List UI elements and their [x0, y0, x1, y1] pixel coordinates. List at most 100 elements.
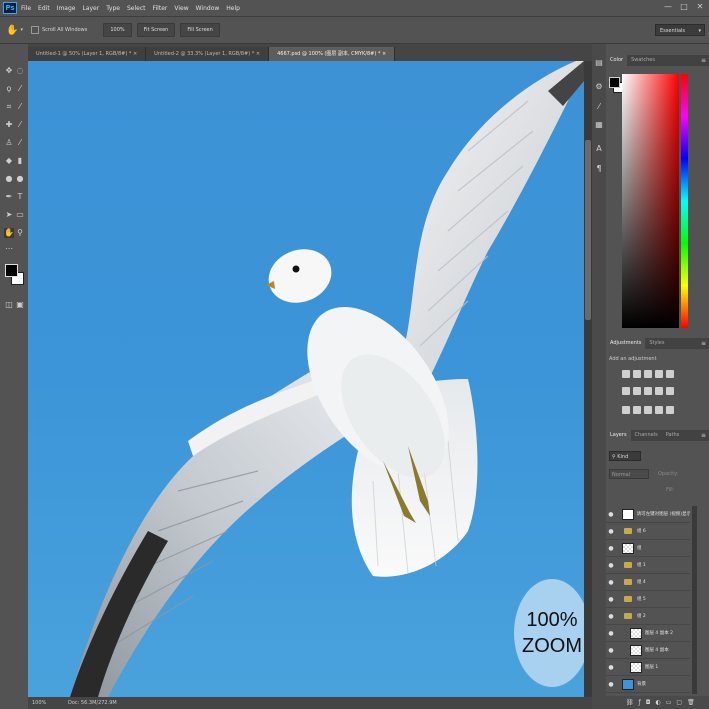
more-tools-icon[interactable]: ⋯ — [4, 244, 14, 254]
eyedropper-tool-icon[interactable]: ⁄ — [15, 102, 25, 112]
close-icon[interactable]: × — [133, 51, 137, 57]
close-window-button[interactable]: ✕ — [695, 2, 705, 12]
quick-select-tool-icon[interactable]: ⁄ — [15, 84, 25, 94]
layers-scrollbar[interactable] — [692, 506, 697, 694]
chevron-down-icon[interactable]: ▾ — [20, 27, 23, 33]
layer-row[interactable]: ● 组 5 — [606, 591, 690, 608]
scrollbar-thumb[interactable] — [585, 140, 591, 320]
clone-source-panel-icon[interactable]: ▦ — [594, 120, 604, 130]
menu-type[interactable]: Type — [106, 5, 120, 12]
minimize-button[interactable]: — — [663, 2, 673, 12]
tab-untitled-2[interactable]: Untitled-2 @ 33.3% (Layer 1, RGB/8#) * × — [146, 47, 270, 61]
lasso-tool-icon[interactable]: ϙ — [4, 84, 14, 94]
menu-help[interactable]: Help — [226, 5, 240, 12]
mask-icon[interactable]: ◘ — [646, 699, 651, 706]
layer-row[interactable]: ● 组 6 — [606, 523, 690, 540]
eye-icon[interactable]: ● — [606, 562, 616, 569]
tab-swatches[interactable]: Swatches — [627, 55, 659, 66]
trash-icon[interactable]: 🗑 — [687, 699, 695, 706]
properties-panel-icon[interactable]: ⚙ — [594, 82, 604, 92]
menu-select[interactable]: Select — [127, 5, 146, 12]
type-tool-icon[interactable]: T — [15, 192, 25, 202]
brightness-contrast-icon[interactable] — [622, 370, 630, 378]
curves-icon[interactable] — [644, 370, 652, 378]
crop-tool-icon[interactable]: ⌗ — [4, 102, 14, 112]
menu-edit[interactable]: Edit — [38, 5, 50, 12]
layer-row[interactable]: ● 图层 4 副本 — [606, 642, 690, 659]
menu-image[interactable]: Image — [57, 5, 76, 12]
link-icon[interactable]: ⛓ — [626, 699, 634, 706]
menu-layer[interactable]: Layer — [82, 5, 99, 12]
eye-icon[interactable]: ● — [606, 545, 616, 552]
panel-menu-icon[interactable]: ≡ — [701, 55, 706, 66]
panel-menu-icon[interactable]: ≡ — [701, 430, 706, 441]
new-layer-icon[interactable]: ▢ — [676, 699, 682, 706]
status-zoom[interactable]: 100% — [32, 700, 60, 706]
channel-mixer-icon[interactable] — [666, 387, 674, 395]
eye-icon[interactable]: ● — [606, 664, 616, 671]
layer-row[interactable]: ● 组 — [606, 540, 690, 557]
fill-screen-button[interactable]: Fill Screen — [180, 23, 220, 37]
eye-icon[interactable]: ● — [606, 647, 616, 654]
eye-icon[interactable]: ● — [606, 596, 616, 603]
eraser-tool-icon[interactable]: ◆ — [4, 156, 14, 166]
tab-untitled-1[interactable]: Untitled-1 @ 50% (Layer 1, RGB/8#) * × — [28, 47, 147, 61]
brush-panel-icon[interactable]: ⁄ — [594, 102, 604, 112]
layer-row[interactable]: ● 背景 — [606, 676, 690, 693]
panel-foreground-swatch[interactable] — [609, 77, 620, 88]
color-balance-icon[interactable] — [633, 387, 641, 395]
tab-styles[interactable]: Styles — [645, 338, 668, 349]
layer-row[interactable]: ● 组 1 — [606, 557, 690, 574]
photo-filter-icon[interactable] — [655, 387, 663, 395]
blur-tool-icon[interactable]: ● — [4, 174, 14, 184]
threshold-icon[interactable] — [644, 406, 652, 414]
eye-icon[interactable]: ● — [606, 681, 616, 688]
gradient-tool-icon[interactable]: ▮ — [15, 156, 25, 166]
layer-row[interactable]: ● 组 2 — [606, 608, 690, 625]
hue-slider[interactable] — [681, 74, 688, 328]
eye-icon[interactable]: ● — [606, 511, 616, 518]
dodge-tool-icon[interactable]: ● — [15, 174, 25, 184]
quick-mask-icon[interactable]: ◫ — [4, 300, 14, 310]
exposure-icon[interactable] — [655, 370, 663, 378]
healing-brush-tool-icon[interactable]: ✚ — [4, 120, 14, 130]
eye-icon[interactable]: ● — [606, 630, 616, 637]
menu-view[interactable]: View — [174, 5, 188, 12]
invert-icon[interactable] — [622, 406, 630, 414]
folder-icon[interactable]: ▭ — [666, 699, 672, 706]
path-select-tool-icon[interactable]: ➤ — [4, 210, 14, 220]
selective-color-icon[interactable] — [666, 406, 674, 414]
color-picker-field[interactable] — [622, 74, 679, 328]
brush-tool-icon[interactable]: ⁄ — [15, 120, 25, 130]
eye-icon[interactable]: ● — [606, 528, 616, 535]
history-panel-icon[interactable]: ▤ — [594, 58, 604, 68]
fx-icon[interactable]: ƒ — [639, 699, 641, 706]
zoom-100-button[interactable]: 100% — [103, 23, 132, 37]
screen-mode-icon[interactable]: ▣ — [15, 300, 25, 310]
hue-saturation-icon[interactable] — [622, 387, 630, 395]
menu-window[interactable]: Window — [196, 5, 220, 12]
close-icon[interactable]: × — [256, 51, 260, 57]
layer-row[interactable]: ● 请可左键对图层 (视频)显示 — [606, 506, 690, 523]
tab-paths[interactable]: Paths — [662, 430, 684, 441]
foreground-color-swatch[interactable] — [5, 264, 18, 277]
hand-tool-icon[interactable]: ✋ — [4, 228, 14, 238]
levels-icon[interactable] — [633, 370, 641, 378]
close-icon[interactable]: × — [382, 51, 386, 57]
tab-4667-psd[interactable]: 4667.psd @ 100% (图层 副本, CMYK/8#) * × — [269, 47, 396, 61]
blend-mode-select[interactable]: Normal — [609, 469, 649, 479]
layer-row[interactable]: ● 组 4 — [606, 574, 690, 591]
eye-icon[interactable]: ● — [606, 613, 616, 620]
tab-layers[interactable]: Layers — [606, 430, 631, 441]
menu-file[interactable]: File — [21, 5, 31, 12]
rectangle-tool-icon[interactable]: ▭ — [15, 210, 25, 220]
move-tool-icon[interactable]: ✥ — [4, 66, 14, 76]
clone-stamp-tool-icon[interactable]: ♙ — [4, 138, 14, 148]
tab-channels[interactable]: Channels — [631, 430, 662, 441]
gradient-map-icon[interactable] — [655, 406, 663, 414]
workspace-select[interactable]: Essentials ▾ — [655, 24, 705, 36]
paragraph-panel-icon[interactable]: ¶ — [594, 164, 604, 174]
scroll-all-windows-checkbox[interactable] — [30, 26, 39, 34]
zoom-tool-icon[interactable]: ⚲ — [15, 228, 25, 238]
layer-row[interactable]: ● 图层 4 副本 2 — [606, 625, 690, 642]
